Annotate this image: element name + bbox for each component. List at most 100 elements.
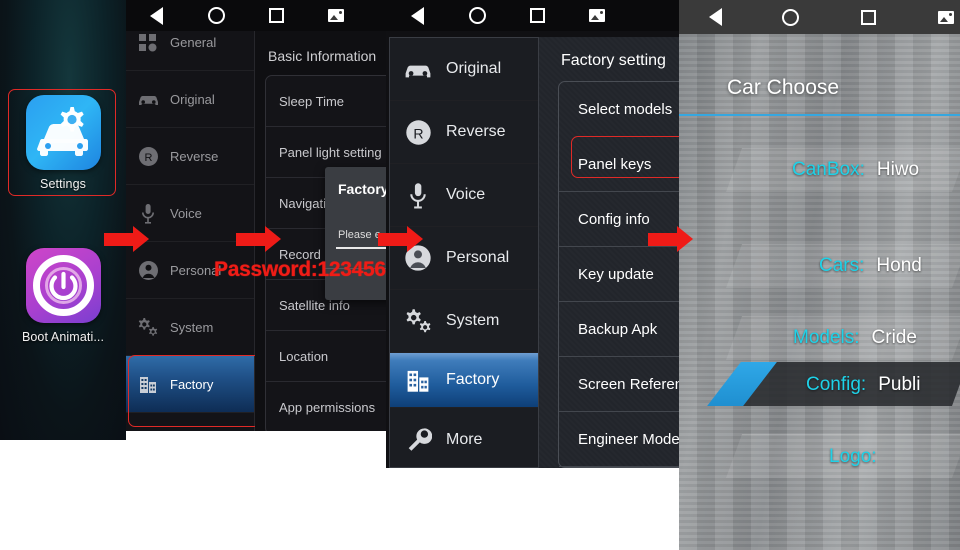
flow-arrow-2: [236, 226, 281, 253]
row-label: Config info: [578, 210, 650, 228]
row-label: Sleep Time: [279, 93, 345, 109]
home-circle-icon[interactable]: [469, 7, 486, 24]
panel-launcher: Settings Boot Animati...: [0, 0, 126, 440]
microphone-icon: [126, 203, 170, 224]
menu-item-label: Original: [446, 60, 502, 77]
power-circle-icon[interactable]: [25, 248, 101, 323]
factory-highlight-box: [128, 355, 261, 427]
gears-icon: [126, 317, 170, 337]
row-config-text[interactable]: Config: Publi: [679, 366, 960, 404]
flow-arrow-1: [104, 226, 149, 253]
menu-item-original[interactable]: Original: [390, 38, 538, 101]
row-key-update[interactable]: Key update: [559, 247, 679, 302]
menu-item-label: Voice: [446, 186, 486, 203]
menu-item-label: Reverse: [170, 148, 219, 164]
row-label: Key update: [578, 265, 654, 283]
screenshot-stage: Settings Boot Animati... General Origina…: [0, 0, 960, 550]
row-app-permissions[interactable]: App permissions: [266, 382, 386, 431]
grid-icon: [126, 33, 170, 53]
row-label: Screen Referen: [578, 375, 679, 393]
row-value: Cride: [871, 327, 917, 348]
row-value: Hiwo: [876, 159, 920, 180]
password-annotation: Password:123456: [214, 258, 386, 281]
wrench-icon: [390, 426, 446, 453]
menu-item-label: System: [446, 312, 500, 329]
settings-highlight-box: [8, 89, 116, 196]
panel-car-choose: Car Choose CanBox: Hiwo Cars: Hond Model…: [679, 0, 960, 550]
row-label: Location: [279, 348, 329, 364]
content-title: Basic Information: [268, 48, 377, 64]
menu-item-reverse[interactable]: R Reverse: [126, 128, 254, 185]
back-triangle-icon[interactable]: [709, 8, 722, 26]
screenshot-image-icon[interactable]: [328, 9, 344, 22]
row-key: Models:: [793, 327, 860, 348]
menu-item-label: General: [170, 35, 217, 50]
menu-item-reverse[interactable]: R Reverse: [390, 101, 538, 164]
row-select-models[interactable]: Select models: [559, 82, 679, 137]
svg-text:R: R: [413, 125, 423, 141]
r-circle-icon: R: [390, 119, 446, 146]
row-canbox[interactable]: CanBox: Hiwo: [679, 150, 960, 190]
row-label: Engineer Mode: [578, 430, 679, 448]
back-triangle-icon[interactable]: [411, 6, 424, 25]
menu-item-original[interactable]: Original: [126, 71, 254, 128]
menu-item-general[interactable]: General: [126, 15, 254, 71]
row-key: CanBox:: [792, 159, 865, 180]
page-title: Car Choose: [727, 76, 840, 99]
row-label: Select models: [578, 101, 673, 118]
select-models-highlight-box: [571, 136, 679, 178]
row-label: App permissions: [279, 400, 376, 415]
row-cars[interactable]: Cars: Hond: [679, 246, 960, 286]
menu-item-label: More: [446, 430, 483, 448]
menu-item-label: System: [170, 319, 214, 335]
car-icon: [126, 91, 170, 107]
content-title: Factory setting: [561, 52, 666, 69]
screenshot-image-icon[interactable]: [589, 9, 605, 22]
person-icon: [126, 260, 170, 281]
panel-factory-setting: Original R Reverse Voice Personal System…: [386, 0, 679, 468]
row-location[interactable]: Location: [266, 331, 386, 382]
row-label: Panel light setting: [279, 144, 382, 160]
r-circle-icon: R: [126, 146, 170, 167]
flow-arrow-4: [648, 226, 693, 253]
status-bar: [679, 0, 960, 34]
screenshot-image-icon[interactable]: [938, 10, 954, 24]
car-icon: [390, 59, 446, 80]
gears-icon: [390, 308, 446, 334]
row-sleep-time[interactable]: Sleep Time: [266, 76, 386, 127]
menu-item-more[interactable]: More: [390, 408, 538, 468]
panel-settings-basic-information: General Original R Reverse Voice Persona…: [126, 0, 386, 431]
row-models[interactable]: Models: Cride: [679, 318, 960, 358]
row-key: Config:: [806, 374, 867, 395]
row-value: Hond: [876, 255, 922, 276]
home-circle-icon[interactable]: [782, 8, 799, 26]
menu-item-label: Personal: [446, 249, 510, 266]
menu-item-label: Voice: [170, 205, 202, 221]
menu-item-label: Original: [170, 91, 215, 107]
dialog-title: Factory: [338, 181, 386, 197]
row-backup-apk[interactable]: Backup Apk: [559, 302, 679, 357]
menu-item-voice[interactable]: Voice: [390, 164, 538, 227]
title-divider: [679, 114, 960, 116]
row-key: Logo:: [829, 446, 877, 467]
recents-square-icon[interactable]: [530, 8, 545, 23]
svg-text:R: R: [144, 152, 152, 164]
row-key: Cars:: [819, 255, 865, 276]
menu-item-system[interactable]: System: [390, 290, 538, 353]
row-value: Publi: [878, 374, 921, 395]
row-engineer-mode[interactable]: Engineer Mode: [559, 412, 679, 467]
menu-item-system[interactable]: System: [126, 299, 254, 356]
microphone-icon: [390, 182, 446, 209]
row-logo[interactable]: Logo:: [679, 438, 960, 476]
menu-item-factory[interactable]: Factory: [390, 353, 538, 408]
app-label: Boot Animati...: [21, 330, 105, 344]
flow-arrow-3: [378, 226, 423, 253]
row-label: Backup Apk: [578, 320, 658, 338]
status-bar: [386, 0, 679, 31]
recents-square-icon[interactable]: [861, 9, 876, 25]
app-boot-animation[interactable]: Boot Animati...: [0, 248, 126, 344]
row-screen-reference[interactable]: Screen Referen: [559, 357, 679, 412]
menu-item-label: Reverse: [446, 123, 506, 140]
recents-square-icon[interactable]: [269, 8, 284, 23]
menu-item-label: Factory: [446, 371, 500, 388]
